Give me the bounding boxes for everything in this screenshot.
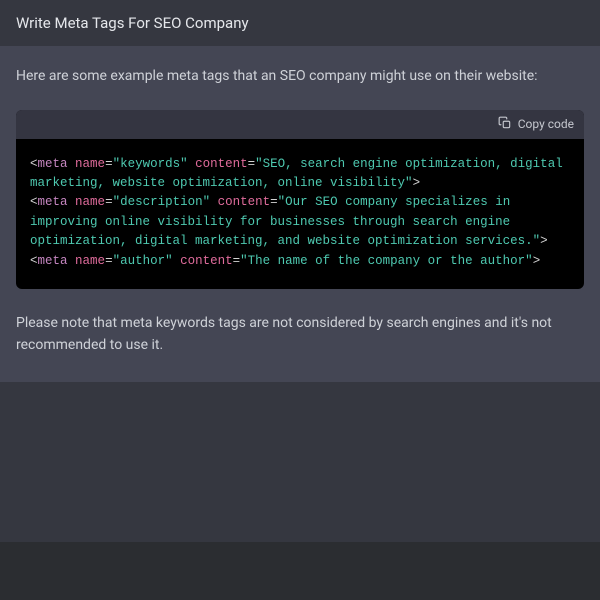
code-token: > bbox=[540, 234, 548, 248]
code-token: "The name of the company or the author" bbox=[240, 254, 533, 268]
footer-area bbox=[0, 382, 600, 542]
code-token: content bbox=[195, 157, 248, 171]
header-bar: Write Meta Tags For SEO Company bbox=[0, 0, 600, 46]
code-token: = bbox=[105, 157, 113, 171]
code-token: > bbox=[533, 254, 541, 268]
code-token: meta bbox=[38, 195, 68, 209]
code-token: = bbox=[248, 157, 256, 171]
code-token: < bbox=[30, 157, 38, 171]
code-toolbar: Copy code bbox=[16, 110, 584, 139]
clipboard-icon bbox=[498, 116, 512, 133]
code-token: < bbox=[30, 195, 38, 209]
code-token: < bbox=[30, 254, 38, 268]
code-token: name bbox=[75, 195, 105, 209]
intro-text: Here are some example meta tags that an … bbox=[16, 66, 584, 88]
code-token: "keywords" bbox=[113, 157, 188, 171]
code-token: = bbox=[233, 254, 241, 268]
code-token: = bbox=[105, 195, 113, 209]
code-token: "author" bbox=[113, 254, 173, 268]
code-token: "description" bbox=[113, 195, 211, 209]
code-token: content bbox=[180, 254, 233, 268]
code-body: <meta name="keywords" content="SEO, sear… bbox=[16, 139, 584, 289]
code-token: = bbox=[105, 254, 113, 268]
code-token: meta bbox=[38, 254, 68, 268]
page-title: Write Meta Tags For SEO Company bbox=[16, 14, 584, 32]
note-text: Please note that meta keywords tags are … bbox=[16, 313, 584, 356]
code-token: name bbox=[75, 157, 105, 171]
code-block: Copy code <meta name="keywords" content=… bbox=[16, 110, 584, 289]
code-token: content bbox=[218, 195, 271, 209]
code-token: meta bbox=[38, 157, 68, 171]
copy-code-button[interactable]: Copy code bbox=[498, 116, 574, 133]
code-token: name bbox=[75, 254, 105, 268]
message-block: Here are some example meta tags that an … bbox=[0, 46, 600, 382]
copy-code-label: Copy code bbox=[518, 117, 574, 131]
code-token: > bbox=[413, 176, 421, 190]
code-token: = bbox=[270, 195, 278, 209]
